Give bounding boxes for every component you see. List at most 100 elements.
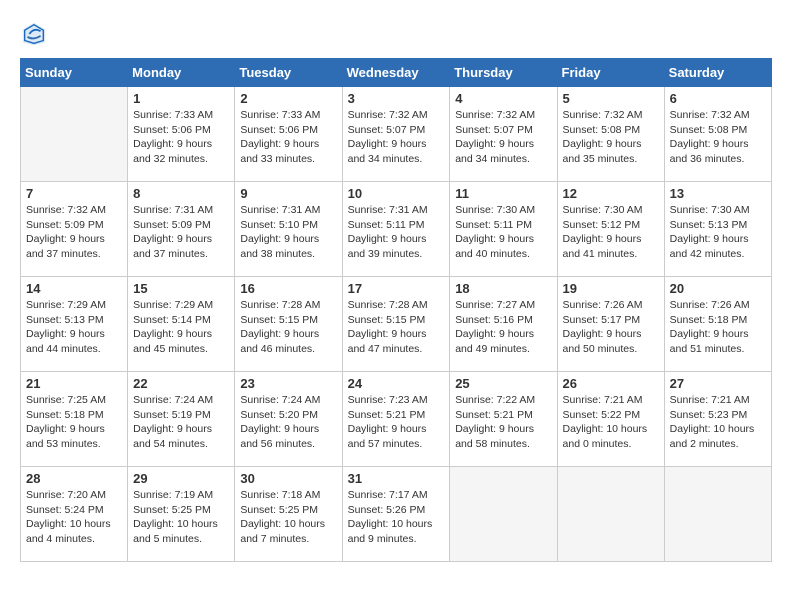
day-info: Sunrise: 7:30 AMSunset: 5:12 PMDaylight:… <box>563 203 659 262</box>
day-info: Sunrise: 7:26 AMSunset: 5:18 PMDaylight:… <box>670 298 766 357</box>
day-info: Sunrise: 7:22 AMSunset: 5:21 PMDaylight:… <box>455 393 551 452</box>
day-info: Sunrise: 7:29 AMSunset: 5:13 PMDaylight:… <box>26 298 122 357</box>
day-number: 25 <box>455 376 551 391</box>
day-info: Sunrise: 7:27 AMSunset: 5:16 PMDaylight:… <box>455 298 551 357</box>
calendar-cell: 4 Sunrise: 7:32 AMSunset: 5:07 PMDaylight… <box>450 87 557 182</box>
calendar-cell: 12 Sunrise: 7:30 AMSunset: 5:12 PMDayligh… <box>557 182 664 277</box>
calendar-cell: 22Sunrise: 7:24 AMSunset: 5:19 PMDayligh… <box>128 372 235 467</box>
day-info: Sunrise: 7:19 AMSunset: 5:25 PMDaylight:… <box>133 488 229 547</box>
day-info: Sunrise: 7:31 AMSunset: 5:11 PMDaylight:… <box>348 203 445 262</box>
calendar-week-2: 7Sunrise: 7:32 AMSunset: 5:09 PMDaylight… <box>21 182 772 277</box>
calendar-cell: 1 Sunrise: 7:33 AMSunset: 5:06 PMDaylight… <box>128 87 235 182</box>
calendar-cell: 27 Sunrise: 7:21 AMSunset: 5:23 PMDayligh… <box>664 372 771 467</box>
day-number: 30 <box>240 471 336 486</box>
calendar-cell: 30 Sunrise: 7:18 AMSunset: 5:25 PMDayligh… <box>235 467 342 562</box>
day-number: 6 <box>670 91 766 106</box>
col-header-sunday: Sunday <box>21 59 128 87</box>
day-number: 24 <box>348 376 445 391</box>
day-number: 23 <box>240 376 336 391</box>
calendar-cell: 13Sunrise: 7:30 AMSunset: 5:13 PMDayligh… <box>664 182 771 277</box>
day-number: 7 <box>26 186 122 201</box>
day-info: Sunrise: 7:32 AMSunset: 5:08 PMDaylight:… <box>670 108 766 167</box>
calendar-header-row: SundayMondayTuesdayWednesdayThursdayFrid… <box>21 59 772 87</box>
day-number: 1 <box>133 91 229 106</box>
col-header-thursday: Thursday <box>450 59 557 87</box>
calendar-cell <box>664 467 771 562</box>
day-info: Sunrise: 7:30 AMSunset: 5:13 PMDaylight:… <box>670 203 766 262</box>
logo-icon <box>20 20 48 48</box>
col-header-wednesday: Wednesday <box>342 59 450 87</box>
day-number: 11 <box>455 186 551 201</box>
day-number: 31 <box>348 471 445 486</box>
day-info: Sunrise: 7:26 AMSunset: 5:17 PMDaylight:… <box>563 298 659 357</box>
calendar-cell: 8Sunrise: 7:31 AMSunset: 5:09 PMDaylight… <box>128 182 235 277</box>
day-info: Sunrise: 7:33 AMSunset: 5:06 PMDaylight:… <box>240 108 336 167</box>
calendar-cell: 17 Sunrise: 7:28 AMSunset: 5:15 PMDayligh… <box>342 277 450 372</box>
calendar-cell: 31 Sunrise: 7:17 AMSunset: 5:26 PMDayligh… <box>342 467 450 562</box>
calendar-cell: 14 Sunrise: 7:29 AMSunset: 5:13 PMDayligh… <box>21 277 128 372</box>
day-number: 10 <box>348 186 445 201</box>
calendar-cell: 11 Sunrise: 7:30 AMSunset: 5:11 PMDayligh… <box>450 182 557 277</box>
day-number: 9 <box>240 186 336 201</box>
day-number: 4 <box>455 91 551 106</box>
day-number: 5 <box>563 91 659 106</box>
day-info: Sunrise: 7:21 AMSunset: 5:22 PMDaylight:… <box>563 393 659 452</box>
col-header-monday: Monday <box>128 59 235 87</box>
day-info: Sunrise: 7:30 AMSunset: 5:11 PMDaylight:… <box>455 203 551 262</box>
calendar-table: SundayMondayTuesdayWednesdayThursdayFrid… <box>20 58 772 562</box>
day-info: Sunrise: 7:28 AMSunset: 5:15 PMDaylight:… <box>240 298 336 357</box>
calendar-cell: 18 Sunrise: 7:27 AMSunset: 5:16 PMDayligh… <box>450 277 557 372</box>
calendar-cell: 9 Sunrise: 7:31 AMSunset: 5:10 PMDaylight… <box>235 182 342 277</box>
day-number: 3 <box>348 91 445 106</box>
day-info: Sunrise: 7:24 AMSunset: 5:20 PMDaylight:… <box>240 393 336 452</box>
day-info: Sunrise: 7:31 AMSunset: 5:10 PMDaylight:… <box>240 203 336 262</box>
calendar-cell: 20 Sunrise: 7:26 AMSunset: 5:18 PMDayligh… <box>664 277 771 372</box>
calendar-cell: 25 Sunrise: 7:22 AMSunset: 5:21 PMDayligh… <box>450 372 557 467</box>
calendar-cell: 15Sunrise: 7:29 AMSunset: 5:14 PMDayligh… <box>128 277 235 372</box>
day-info: Sunrise: 7:24 AMSunset: 5:19 PMDaylight:… <box>133 393 229 452</box>
day-number: 18 <box>455 281 551 296</box>
calendar-cell: 28 Sunrise: 7:20 AMSunset: 5:24 PMDayligh… <box>21 467 128 562</box>
day-number: 17 <box>348 281 445 296</box>
calendar-cell <box>21 87 128 182</box>
day-info: Sunrise: 7:32 AMSunset: 5:07 PMDaylight:… <box>348 108 445 167</box>
day-number: 14 <box>26 281 122 296</box>
calendar-cell: 3 Sunrise: 7:32 AMSunset: 5:07 PMDaylight… <box>342 87 450 182</box>
calendar-week-1: 1 Sunrise: 7:33 AMSunset: 5:06 PMDaylight… <box>21 87 772 182</box>
day-info: Sunrise: 7:18 AMSunset: 5:25 PMDaylight:… <box>240 488 336 547</box>
calendar-cell: 16 Sunrise: 7:28 AMSunset: 5:15 PMDayligh… <box>235 277 342 372</box>
calendar-week-3: 14 Sunrise: 7:29 AMSunset: 5:13 PMDayligh… <box>21 277 772 372</box>
day-info: Sunrise: 7:29 AMSunset: 5:14 PMDaylight:… <box>133 298 229 357</box>
calendar-cell: 2 Sunrise: 7:33 AMSunset: 5:06 PMDaylight… <box>235 87 342 182</box>
calendar-cell <box>557 467 664 562</box>
day-number: 27 <box>670 376 766 391</box>
day-info: Sunrise: 7:32 AMSunset: 5:08 PMDaylight:… <box>563 108 659 167</box>
calendar-cell: 5 Sunrise: 7:32 AMSunset: 5:08 PMDaylight… <box>557 87 664 182</box>
calendar-cell: 26 Sunrise: 7:21 AMSunset: 5:22 PMDayligh… <box>557 372 664 467</box>
day-info: Sunrise: 7:23 AMSunset: 5:21 PMDaylight:… <box>348 393 445 452</box>
logo <box>20 20 52 48</box>
day-info: Sunrise: 7:33 AMSunset: 5:06 PMDaylight:… <box>133 108 229 167</box>
day-number: 26 <box>563 376 659 391</box>
day-info: Sunrise: 7:28 AMSunset: 5:15 PMDaylight:… <box>348 298 445 357</box>
day-info: Sunrise: 7:17 AMSunset: 5:26 PMDaylight:… <box>348 488 445 547</box>
col-header-tuesday: Tuesday <box>235 59 342 87</box>
day-number: 21 <box>26 376 122 391</box>
day-number: 28 <box>26 471 122 486</box>
col-header-friday: Friday <box>557 59 664 87</box>
calendar-cell <box>450 467 557 562</box>
col-header-saturday: Saturday <box>664 59 771 87</box>
day-number: 19 <box>563 281 659 296</box>
calendar-cell: 23 Sunrise: 7:24 AMSunset: 5:20 PMDayligh… <box>235 372 342 467</box>
calendar-week-4: 21Sunrise: 7:25 AMSunset: 5:18 PMDayligh… <box>21 372 772 467</box>
day-number: 12 <box>563 186 659 201</box>
day-info: Sunrise: 7:32 AMSunset: 5:07 PMDaylight:… <box>455 108 551 167</box>
calendar-cell: 6 Sunrise: 7:32 AMSunset: 5:08 PMDaylight… <box>664 87 771 182</box>
day-number: 16 <box>240 281 336 296</box>
calendar-cell: 21Sunrise: 7:25 AMSunset: 5:18 PMDayligh… <box>21 372 128 467</box>
day-info: Sunrise: 7:31 AMSunset: 5:09 PMDaylight:… <box>133 203 229 262</box>
day-info: Sunrise: 7:21 AMSunset: 5:23 PMDaylight:… <box>670 393 766 452</box>
day-info: Sunrise: 7:20 AMSunset: 5:24 PMDaylight:… <box>26 488 122 547</box>
day-number: 20 <box>670 281 766 296</box>
day-number: 2 <box>240 91 336 106</box>
